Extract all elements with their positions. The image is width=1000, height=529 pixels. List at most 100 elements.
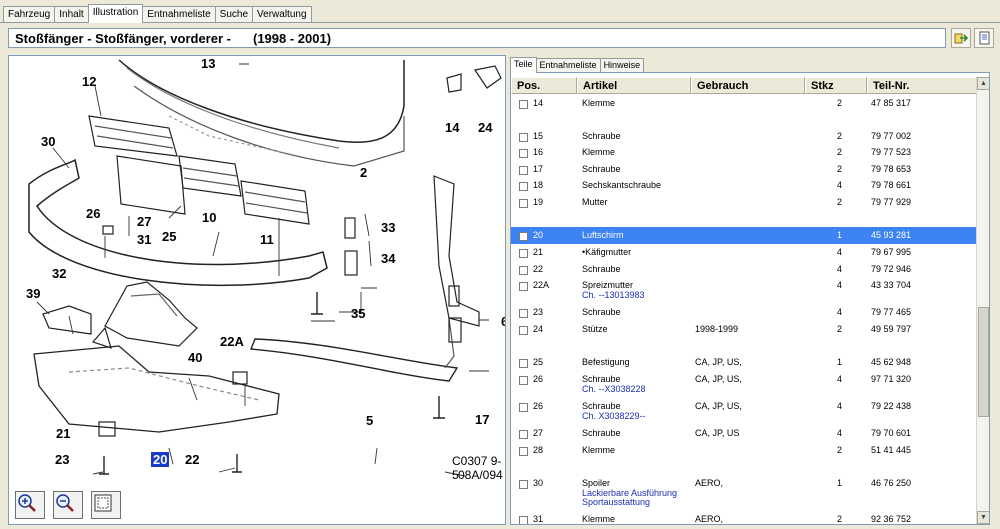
row-pos: 17 [533,164,544,174]
row-checkbox[interactable] [519,266,528,275]
callout-26[interactable]: 26 [86,206,100,221]
row-checkbox[interactable] [519,447,528,456]
callout-23[interactable]: 23 [55,452,69,467]
tab-entnahmeliste[interactable]: Entnahmeliste [142,6,216,22]
callout-40[interactable]: 40 [188,350,202,365]
callout-30[interactable]: 30 [41,134,55,149]
table-row[interactable]: 22 Schraube 4 79 72 946 [511,261,977,278]
col-pos[interactable]: Pos. [511,77,577,94]
callout-27[interactable]: 27 [137,214,151,229]
row-checkbox[interactable] [519,430,528,439]
table-row[interactable]: 16 Klemme 2 79 77 523 [511,144,977,161]
callout-32[interactable]: 32 [52,266,66,281]
table-row[interactable]: 17 Schraube 2 79 78 653 [511,161,977,178]
callout-20[interactable]: 20 [151,452,170,467]
callout-35[interactable]: 35 [351,306,365,321]
zoom-in-button[interactable] [15,491,45,519]
tab-verwaltung[interactable]: Verwaltung [252,6,312,22]
table-row[interactable]: 31 Klemme AERO, 2 92 36 752 [511,511,977,524]
row-pos: 19 [533,197,544,207]
scroll-thumb[interactable] [978,307,989,417]
print-button[interactable] [974,28,994,48]
row-pos: 20 [533,230,544,240]
row-checkbox[interactable] [519,376,528,385]
row-teil-nr: 79 78 661 [871,180,912,190]
callout-5[interactable]: 5 [366,413,373,428]
table-row[interactable]: 26 Schraube Ch. --X3038228 CA, JP, US, 4… [511,371,977,397]
callout-39[interactable]: 39 [26,286,40,301]
row-checkbox[interactable] [519,516,528,524]
row-checkbox[interactable] [519,249,528,258]
table-row[interactable]: 18 Sechskantschraube 4 79 78 661 [511,177,977,194]
row-checkbox[interactable] [519,282,528,291]
table-row[interactable]: 14 Klemme 2 47 85 317 [511,95,977,112]
callout-31[interactable]: 31 [137,232,151,247]
table-row[interactable]: 27 Schraube CA, JP, US 4 79 70 601 [511,425,977,442]
col-stkz[interactable]: Stkz [805,77,867,94]
scroll-up-icon[interactable]: ▲ [977,77,989,90]
tab-illustration[interactable]: Illustration [87,4,144,23]
row-checkbox[interactable] [519,309,528,318]
fit-page-button[interactable] [91,491,121,519]
col-teil-nr[interactable]: Teil-Nr. [867,77,977,94]
row-stkz: 2 [837,131,843,141]
table-row[interactable]: 25 Befestigung CA, JP, US, 1 45 62 948 [511,354,977,371]
callout-11[interactable]: 11 [260,232,274,247]
table-row[interactable]: 30 Spoiler Lackierbare Ausführung Sporta… [511,475,977,509]
row-teil-nr: 79 77 523 [871,147,912,157]
callout-22[interactable]: 22 [185,452,199,467]
col-gebrauch[interactable]: Gebrauch [691,77,805,94]
table-row[interactable]: 22A Spreizmutter Ch. --13013983 4 43 33 … [511,277,977,303]
callout-33[interactable]: 33 [381,220,395,235]
table-row-selected[interactable]: 20 Luftschirm 1 45 93 281 [511,227,977,244]
row-artikel: Klemme [582,514,616,524]
tab-hinweise[interactable]: Hinweise [599,58,645,72]
callout-24[interactable]: 24 [478,120,492,135]
row-checkbox[interactable] [519,232,528,241]
row-pos: 26 [533,401,544,411]
tab-entnahmeliste-right[interactable]: Entnahmeliste [535,58,601,72]
table-row[interactable]: 15 Schraube 2 79 77 002 [511,128,977,145]
table-row[interactable]: 28 Klemme 2 51 41 445 [511,442,977,459]
zoom-out-button[interactable] [53,491,83,519]
table-row[interactable]: 24 Stütze 1998-1999 2 49 59 797 [511,321,977,338]
illustration-pane[interactable]: 12 13 14 24 30 2 26 27 10 33 31 25 11 34… [8,55,506,525]
callout-25[interactable]: 25 [162,229,176,244]
tab-fahrzeug[interactable]: Fahrzeug [3,6,56,22]
callout-34[interactable]: 34 [381,251,395,266]
callout-6[interactable]: 6 [501,314,505,329]
callout-14[interactable]: 14 [445,120,459,135]
callout-13[interactable]: 13 [201,56,215,71]
row-checkbox[interactable] [519,359,528,368]
tab-inhalt[interactable]: Inhalt [54,6,89,22]
row-checkbox[interactable] [519,326,528,335]
export-button[interactable] [951,28,971,48]
tab-teile[interactable]: Teile [510,57,537,73]
row-checkbox[interactable] [519,166,528,175]
table-row[interactable]: 26 Schraube Ch. X3038229-- CA, JP, US, 4… [511,398,977,424]
row-checkbox[interactable] [519,100,528,109]
table-row[interactable]: 21 •Käfigmutter 4 79 67 995 [511,244,977,261]
vertical-scrollbar[interactable]: ▲ ▼ [976,77,989,524]
row-checkbox[interactable] [519,182,528,191]
table-row[interactable]: 19 Mutter 2 79 77 929 [511,194,977,211]
callout-2[interactable]: 2 [360,165,367,180]
row-artikel: Schraube [582,164,621,174]
row-teil-nr: 45 62 948 [871,357,912,367]
callout-22A[interactable]: 22A [220,334,244,349]
export-icon [954,33,968,44]
row-checkbox[interactable] [519,149,528,158]
scroll-down-icon[interactable]: ▼ [977,511,989,524]
table-row[interactable]: 23 Schraube 4 79 77 465 [511,304,977,321]
row-checkbox[interactable] [519,403,528,412]
row-checkbox[interactable] [519,480,528,489]
row-checkbox[interactable] [519,133,528,142]
callout-10[interactable]: 10 [202,210,216,225]
col-artikel[interactable]: Artikel [577,77,691,94]
row-checkbox[interactable] [519,199,528,208]
callout-17[interactable]: 17 [475,412,489,427]
callout-21[interactable]: 21 [56,426,70,441]
callout-12[interactable]: 12 [82,74,96,89]
row-artikel: Sechskantschraube [582,180,662,190]
tab-suche[interactable]: Suche [214,6,254,22]
